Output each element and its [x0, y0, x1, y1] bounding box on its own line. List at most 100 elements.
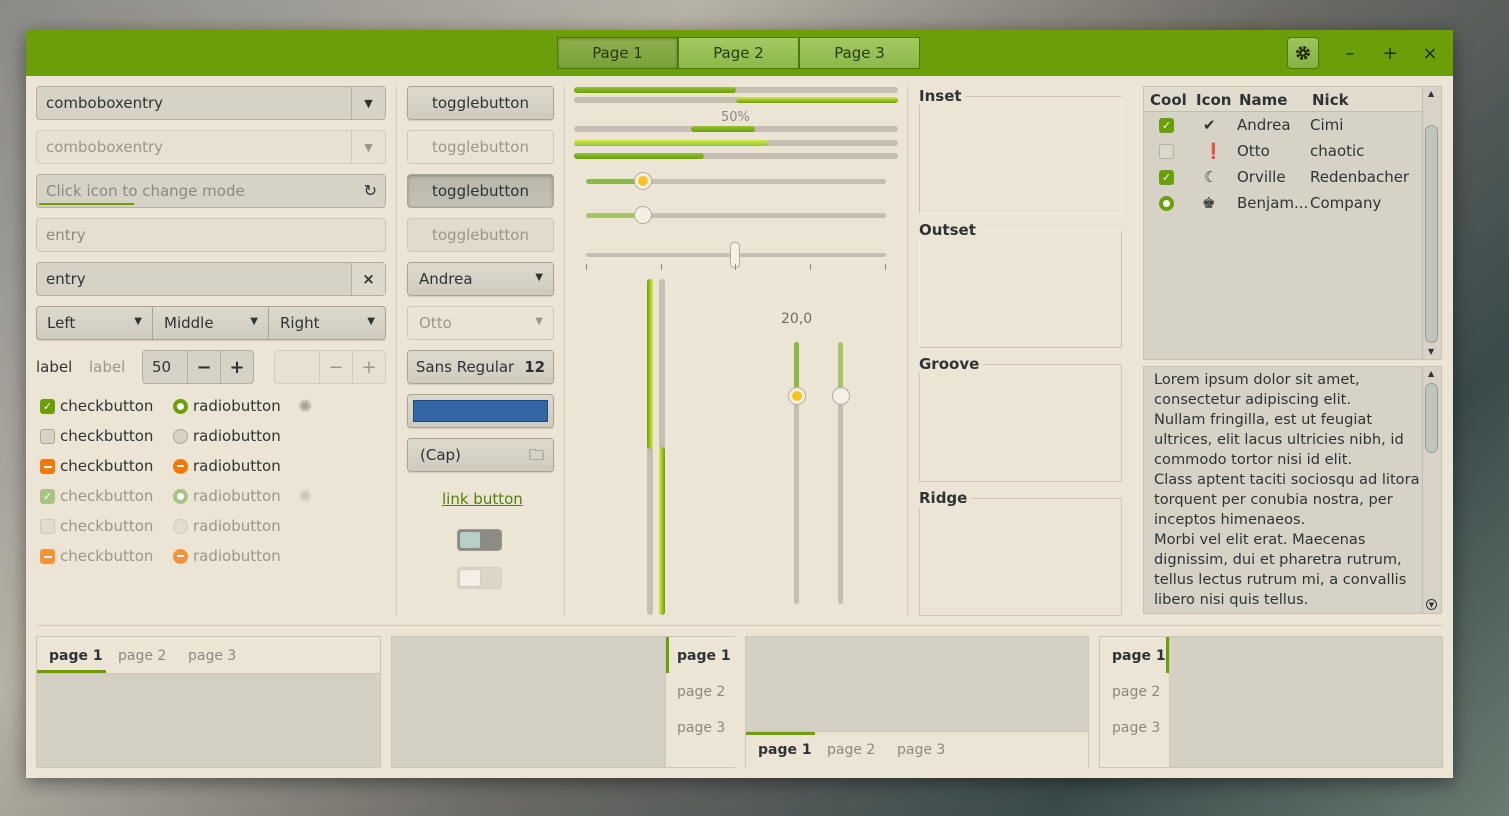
scroll-down-icon[interactable]: ▼ [1426, 599, 1437, 610]
combobox-andrea[interactable]: Andrea ▼ [407, 262, 554, 296]
notebook-tab-page1[interactable]: page 1 [758, 742, 812, 758]
folder-icon: 🗀 [528, 446, 544, 464]
checkbox-mixed[interactable] [40, 459, 55, 474]
chevron-down-icon: ▼ [134, 316, 142, 327]
column-header-name[interactable]: Name [1239, 91, 1287, 109]
tree-scrollbar[interactable]: ▲ ▼ [1422, 87, 1441, 359]
cool-radio-checked[interactable] [1159, 196, 1174, 211]
scroll-down-icon[interactable]: ▼ [1428, 347, 1434, 356]
progress-fill [574, 140, 769, 146]
scrollbar-thumb[interactable] [1425, 383, 1438, 453]
radio-checked[interactable] [173, 399, 188, 414]
notebook-tab-page1[interactable]: page 1 [1112, 648, 1166, 664]
vscale-1-knob[interactable] [788, 387, 806, 405]
scale-tick [586, 264, 587, 270]
notebook-tab-page2[interactable]: page 2 [827, 742, 875, 758]
link-button[interactable]: link button [442, 490, 523, 508]
vprogress-fill [647, 279, 653, 449]
scroll-up-icon[interactable]: ▲ [1428, 89, 1434, 98]
mode-entry[interactable]: Click icon to change mode ↻ [36, 174, 386, 208]
notebook-tab-page2[interactable]: page 2 [118, 648, 166, 664]
radio-mixed[interactable] [173, 459, 188, 474]
vprogress-2 [659, 279, 665, 615]
cool-checkbox-checked[interactable]: ✓ [1159, 118, 1174, 133]
column-header-nick[interactable]: Nick [1312, 91, 1349, 109]
notebook-tab-page3[interactable]: page 3 [188, 648, 236, 664]
scroll-up-icon[interactable]: ▲ [1428, 369, 1434, 378]
close-button[interactable]: × [1414, 37, 1446, 69]
text-line: torquent per conubia nostra, per [1154, 491, 1393, 508]
radio-unchecked[interactable] [173, 429, 188, 444]
stack-switcher-page3[interactable]: Page 3 [799, 37, 920, 69]
cool-checkbox-checked[interactable]: ✓ [1159, 170, 1174, 185]
progress-fill [574, 87, 736, 93]
entry-flat[interactable]: entry [36, 218, 386, 252]
comboboxentry-1[interactable]: comboboxentry ▼ [36, 86, 386, 120]
clear-icon[interactable]: × [351, 263, 385, 295]
checkbox-label: checkbutton [60, 487, 154, 505]
tree-view[interactable] [1143, 86, 1442, 360]
linked-right-button[interactable]: Right ▼ [268, 306, 386, 340]
hscale-2-knob[interactable] [634, 206, 652, 224]
spin-button[interactable]: 50 − + [142, 350, 254, 384]
text-view-content[interactable]: Lorem ipsum dolor sit amet, consectetur a… [1154, 370, 1424, 610]
settings-button[interactable] [1287, 37, 1319, 69]
refresh-icon[interactable]: ↻ [364, 181, 377, 200]
minus-icon[interactable]: − [187, 351, 220, 383]
entry-with-clear[interactable]: entry × [36, 262, 386, 296]
notebook-tab-page1[interactable]: page 1 [49, 648, 103, 664]
notebook-tab-page3[interactable]: page 3 [897, 742, 945, 758]
checkbox-checked[interactable]: ✓ [40, 399, 55, 414]
checkbox-label: checkbutton [60, 547, 154, 565]
notebook-tab-page3[interactable]: page 3 [1112, 720, 1160, 736]
progress-bar-5 [574, 153, 898, 159]
spinner-icon: ✺ [298, 487, 313, 507]
comboboxentry-text: comboboxentry [46, 94, 164, 112]
radio-unchecked-disabled [173, 519, 188, 534]
notebook-tab-page1[interactable]: page 1 [677, 648, 731, 664]
togglebutton-2-disabled: togglebutton [407, 130, 554, 164]
stack-switcher-page1[interactable]: Page 1 [557, 37, 678, 69]
column-header-cool[interactable]: Cool [1150, 91, 1187, 109]
switch-off-disabled [457, 567, 502, 589]
text-line: consectetur adipiscing elit. [1154, 391, 1351, 408]
frame-ridge [919, 498, 1122, 616]
text-scrollbar[interactable]: ▲ ▼ [1422, 367, 1441, 613]
checkbox-unchecked[interactable] [40, 429, 55, 444]
minimize-button[interactable]: – [1334, 37, 1366, 69]
hscale-1[interactable] [586, 179, 886, 184]
chevron-down-icon[interactable]: ▼ [351, 87, 385, 119]
scrollbar-thumb[interactable] [1425, 125, 1438, 343]
text-view[interactable]: Lorem ipsum dolor sit amet, consectetur a… [1143, 366, 1442, 614]
font-button[interactable]: Sans Regular 12 [407, 350, 554, 384]
file-chooser-button[interactable]: (Cap) 🗀 [407, 438, 554, 472]
plus-icon[interactable]: + [220, 351, 253, 383]
scale-tick [661, 264, 662, 270]
notebook-tab-page2[interactable]: page 2 [1112, 684, 1160, 700]
linked-middle-button[interactable]: Middle ▼ [152, 306, 269, 340]
switch-on[interactable] [457, 529, 502, 551]
hscale-1-knob[interactable] [634, 172, 652, 190]
vscale-2-knob[interactable] [832, 387, 850, 405]
stack-switcher-page2[interactable]: Page 2 [678, 37, 799, 69]
cool-checkbox-unchecked[interactable] [1159, 144, 1174, 159]
chevron-down-icon: ▼ [351, 131, 385, 163]
vscale-1[interactable] [794, 342, 799, 604]
column-header-icon[interactable]: Icon [1196, 91, 1231, 109]
frame-groove-title: Groove [919, 355, 984, 373]
color-button[interactable] [407, 394, 554, 428]
linked-left-button[interactable]: Left ▼ [36, 306, 153, 340]
entry-progress [39, 203, 134, 205]
minus-icon: − [319, 351, 352, 383]
checkbox-unchecked-disabled [40, 519, 55, 534]
active-tab-indicator [1166, 637, 1169, 673]
vscale-2[interactable] [838, 342, 843, 604]
stamp-icon: ♚ [1202, 194, 1216, 212]
linked-middle-label: Middle [164, 314, 214, 332]
togglebutton-1[interactable]: togglebutton [407, 86, 554, 120]
notebook-tab-page3[interactable]: page 3 [677, 720, 725, 736]
hscale-2[interactable] [586, 213, 886, 218]
togglebutton-3-active[interactable]: togglebutton [407, 174, 554, 208]
notebook-tab-page2[interactable]: page 2 [677, 684, 725, 700]
maximize-button[interactable]: + [1374, 37, 1406, 69]
